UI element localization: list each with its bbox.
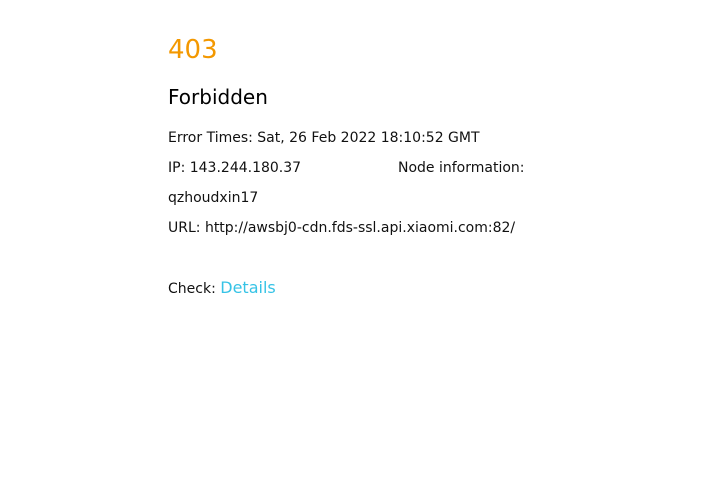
check-row: Check: Details — [168, 279, 276, 298]
error-times: Error Times: Sat, 26 Feb 2022 18:10:52 G… — [168, 130, 480, 146]
ip-address: IP: 143.244.180.37 — [168, 160, 302, 176]
error-title: Forbidden — [168, 85, 268, 109]
node-information-value: qzhoudxin17 — [168, 190, 259, 206]
error-code: 403 — [168, 35, 218, 65]
details-link[interactable]: Details — [220, 278, 275, 297]
check-label: Check: — [168, 281, 216, 297]
node-information-label: Node information: — [398, 160, 525, 176]
error-page: 403 Forbidden Error Times: Sat, 26 Feb 2… — [0, 0, 720, 480]
request-url: URL: http://awsbj0-cdn.fds-ssl.api.xiaom… — [168, 220, 516, 236]
